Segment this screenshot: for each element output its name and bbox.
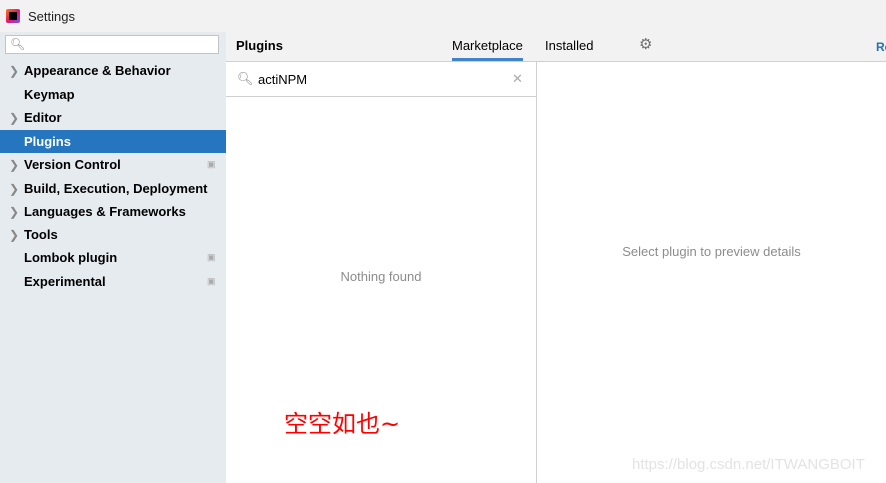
window-title: Settings <box>28 8 75 24</box>
sidebar-item-lombok[interactable]: Lombok plugin ▣ <box>0 246 226 269</box>
gear-icon[interactable]: ⚙ <box>639 35 652 53</box>
tab-marketplace[interactable]: Marketplace <box>452 38 523 61</box>
chevron-right-icon: ❯ <box>9 63 20 78</box>
chevron-right-icon: ❯ <box>9 157 20 172</box>
sidebar-item-experimental[interactable]: Experimental ▣ <box>0 270 226 293</box>
sidebar-item-languages[interactable]: ❯ Languages & Frameworks <box>0 200 226 223</box>
intellij-logo-icon <box>6 9 20 23</box>
chevron-right-icon: ❯ <box>9 181 20 196</box>
plugin-search-input[interactable]: 🔍︎ actiNPM ✕ <box>226 62 536 97</box>
settings-sidebar: 🔍︎ ❯ Appearance & Behavior Keymap ❯ Editor… <box>0 32 226 483</box>
sidebar-item-keymap[interactable]: Keymap <box>0 83 226 106</box>
search-icon: 🔍︎ <box>10 37 26 51</box>
preview-placeholder: Select plugin to preview details <box>622 244 801 259</box>
project-scope-icon: ▣ <box>207 159 216 169</box>
settings-search-input[interactable]: 🔍︎ <box>5 35 219 54</box>
project-scope-icon: ▣ <box>207 252 216 262</box>
sidebar-item-appearance[interactable]: ❯ Appearance & Behavior <box>0 59 226 82</box>
sidebar-item-build[interactable]: ❯ Build, Execution, Deployment <box>0 177 226 200</box>
watermark: https://blog.csdn.net/ITWANGBOIT <box>632 456 865 473</box>
reset-link[interactable]: Re <box>876 40 886 54</box>
annotation-text: 空空如也~ <box>284 410 401 438</box>
sidebar-item-editor[interactable]: ❯ Editor <box>0 106 226 129</box>
clear-icon[interactable]: ✕ <box>512 71 523 87</box>
sidebar-item-version-control[interactable]: ❯ Version Control ▣ <box>0 153 226 176</box>
search-icon: 🔍︎ <box>237 71 254 86</box>
sidebar-item-plugins[interactable]: Plugins <box>0 130 226 153</box>
page-title: Plugins <box>236 38 283 53</box>
sidebar-item-tools[interactable]: ❯ Tools <box>0 223 226 246</box>
plugin-list: 🔍︎ actiNPM ✕ Nothing found 空空如也~ <box>226 62 537 483</box>
title-bar: Settings <box>0 0 886 32</box>
tab-installed[interactable]: Installed <box>545 38 593 53</box>
chevron-right-icon: ❯ <box>9 204 20 219</box>
chevron-right-icon: ❯ <box>9 110 20 125</box>
project-scope-icon: ▣ <box>207 276 216 286</box>
chevron-right-icon: ❯ <box>9 227 20 242</box>
plugins-header: Plugins Marketplace Installed ⚙ Re <box>226 32 886 62</box>
empty-state-text: Nothing found <box>340 269 422 284</box>
